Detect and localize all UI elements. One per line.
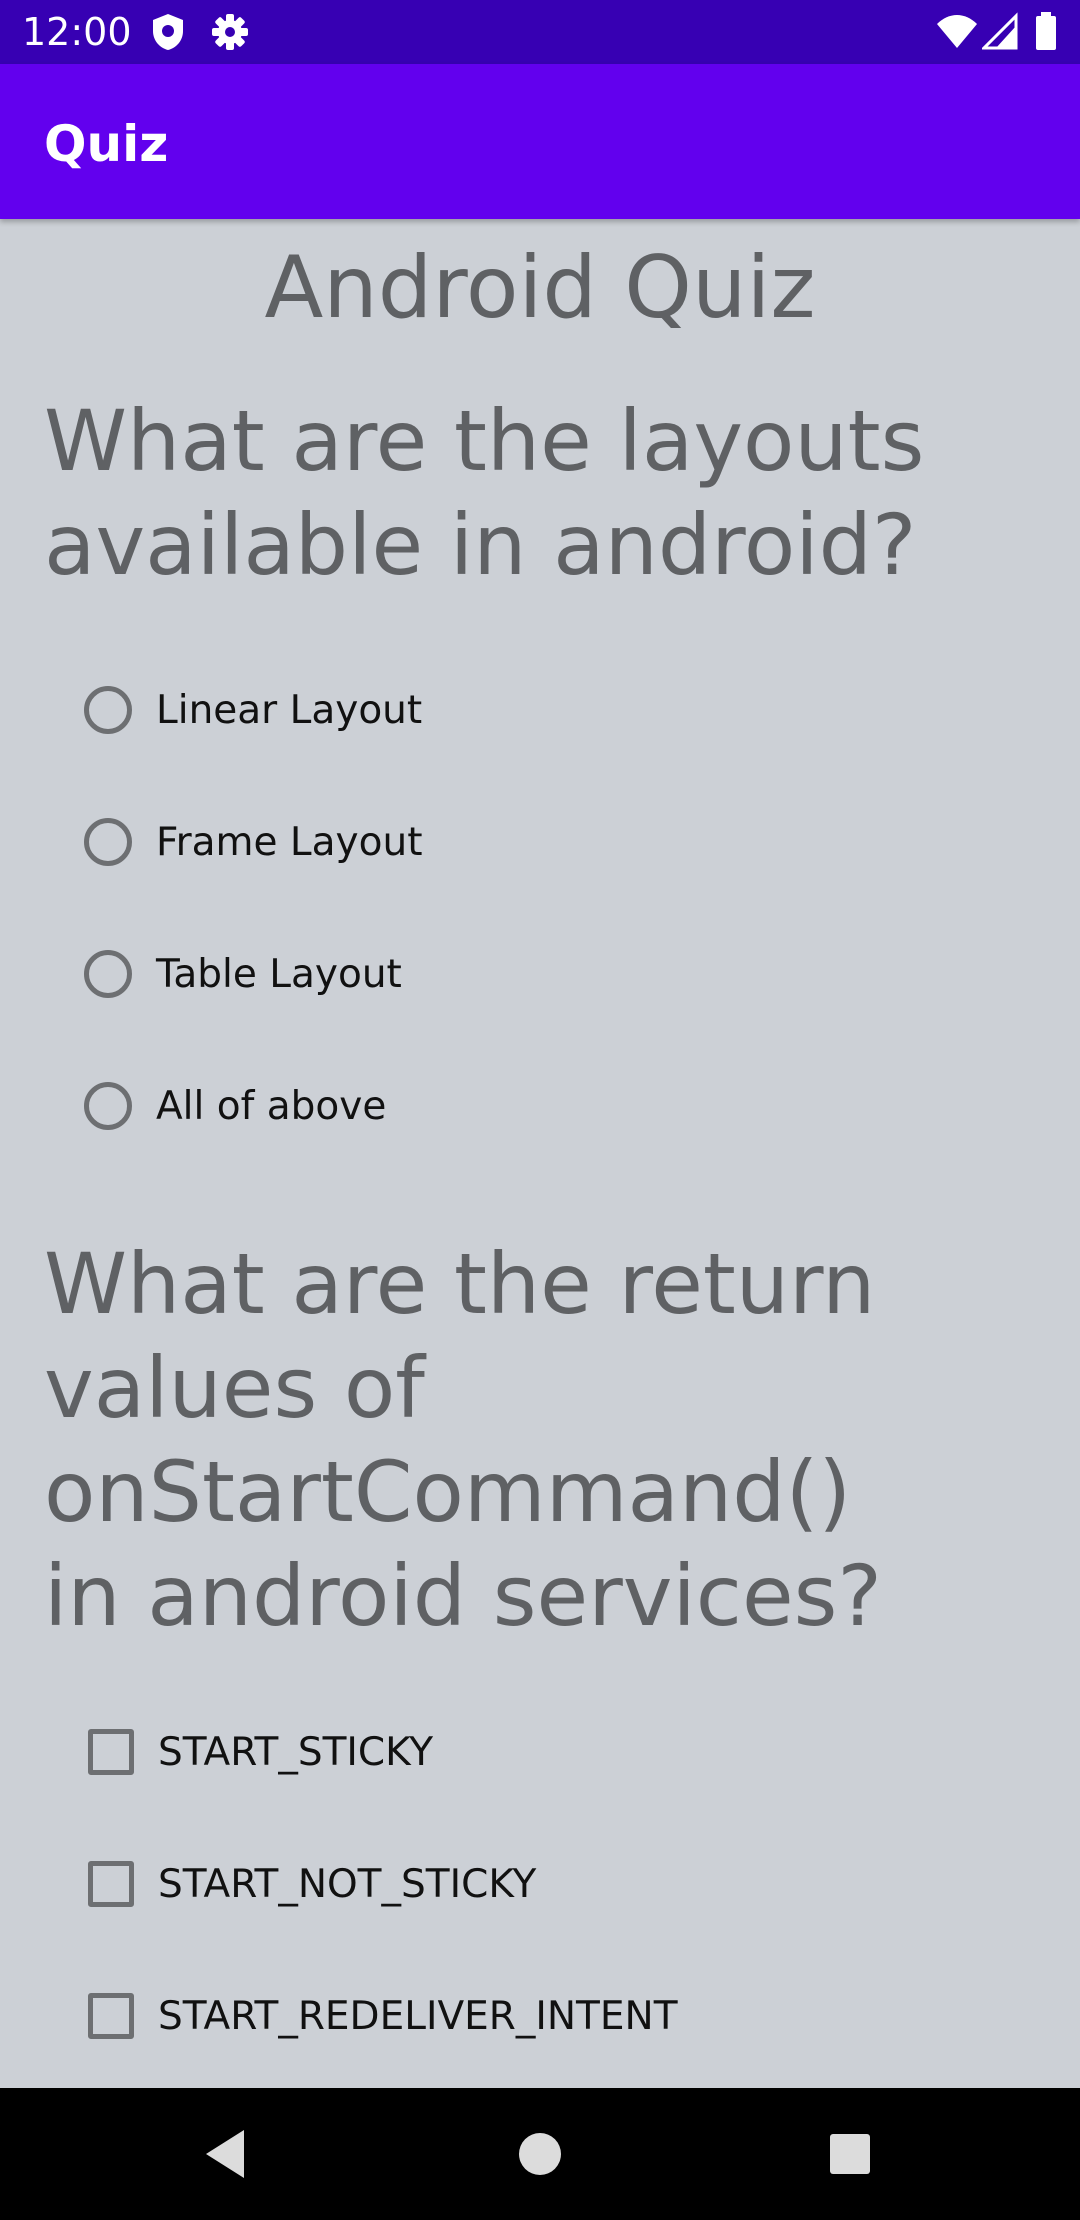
checkbox-option-start-not-sticky[interactable]: START_NOT_STICKY [84,1844,536,1924]
radio-option-all-of-above[interactable]: All of above [84,1066,386,1146]
radio-button[interactable] [84,1082,132,1130]
back-icon[interactable] [196,2124,256,2184]
option-label: START_STICKY [158,1729,434,1775]
shield-icon [153,14,183,50]
option-label: START_NOT_STICKY [158,1861,537,1907]
option-label: Linear Layout [156,687,423,733]
option-label: All of above [156,1083,387,1129]
radio-button[interactable] [84,686,132,734]
navigation-bar [0,2088,1080,2220]
question-2-text: What are the return values of onStartCom… [44,1235,882,1645]
cell-signal-icon [982,12,1018,50]
option-label: Table Layout [156,951,402,997]
checkbox[interactable] [88,1729,134,1775]
radio-button[interactable] [84,950,132,998]
radio-option-linear-layout[interactable]: Linear Layout [84,670,422,750]
checkbox[interactable] [88,1993,134,2039]
checkbox[interactable] [88,1861,134,1907]
checkbox-option-start-sticky[interactable]: START_STICKY [84,1712,433,1792]
app-title: Quiz [44,115,169,173]
recents-icon[interactable] [820,2124,880,2184]
radio-button[interactable] [84,818,132,866]
home-icon[interactable] [510,2124,570,2184]
checkbox-option-start-redeliver-intent[interactable]: START_REDELIVER_INTENT [84,1976,678,2056]
radio-option-table-layout[interactable]: Table Layout [84,934,402,1014]
quiz-heading: Android Quiz [264,238,816,338]
wifi-icon [937,15,977,48]
option-label: START_REDELIVER_INTENT [158,1993,678,2039]
app-bar: Quiz [0,64,1080,219]
battery-icon [1036,12,1056,50]
radio-option-frame-layout[interactable]: Frame Layout [84,802,423,882]
quiz-content[interactable]: Android Quiz What are the layouts availa… [0,219,1080,2088]
option-label: Frame Layout [156,819,423,865]
question-1-text: What are the layouts available in androi… [44,392,925,594]
gear-icon [212,14,248,50]
status-time: 12:00 [22,10,132,54]
status-bar: 12:00 [0,0,1080,64]
